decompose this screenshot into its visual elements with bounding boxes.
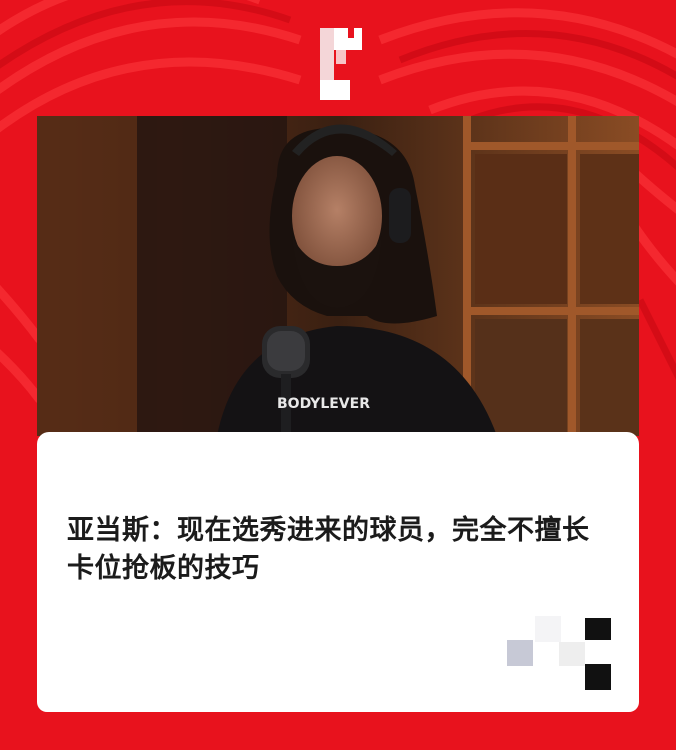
podcast-photo: BODYLEVER [37,116,639,436]
brand-logo [300,20,376,110]
article-headline: 亚当斯：现在选秀进来的球员，完全不擅长卡位抢板的技巧 [67,515,590,584]
shirt-print: BODYLEVER [277,396,370,412]
headline-card[interactable]: 亚当斯：现在选秀进来的球员，完全不擅长卡位抢板的技巧 [37,432,639,712]
